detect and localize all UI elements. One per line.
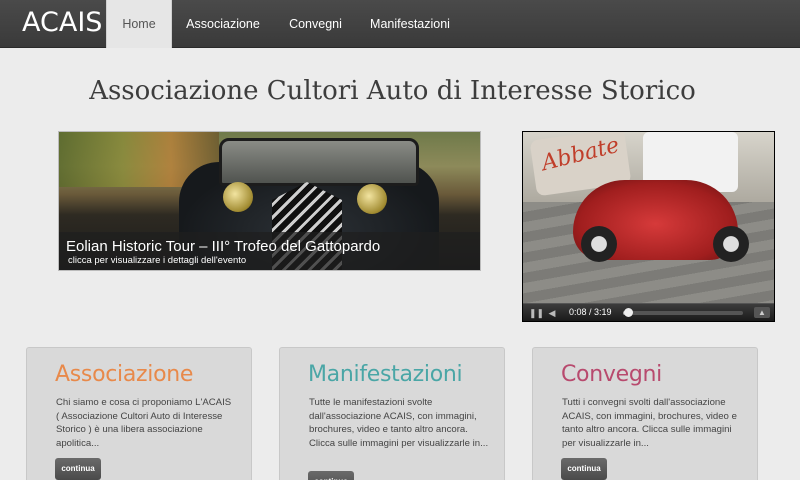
page-title: Associazione Cultori Auto di Interesse S… [89,76,696,106]
card-convegni: Convegni Tutti i convegni svolti dall'as… [532,347,758,480]
video-player[interactable]: Abbate ❚❚ ◀ 0:08 / 3:19 ▲ [522,131,775,322]
volume-icon[interactable]: ◀ [547,308,557,318]
video-photo-wheel [713,226,749,262]
video-controls: ❚❚ ◀ 0:08 / 3:19 ▲ [523,303,774,321]
video-time: 0:08 / 3:19 [569,307,612,317]
card-text: Tutte le manifestazioni svolte dall'asso… [309,397,489,449]
slider-photo-headlamp-left [223,182,253,212]
slider-photo-headlamp-right [357,184,387,214]
nav-item-convegni[interactable]: Convegni [278,0,353,48]
slider-caption-subtitle[interactable]: clicca per visualizzare i dettagli dell'… [66,255,480,267]
event-slider[interactable]: Eolian Historic Tour – III° Trofeo del G… [58,131,481,271]
continue-button[interactable]: continua [561,458,607,480]
card-title[interactable]: Associazione [55,362,193,387]
card-text: Tutti i convegni svolti dall'associazion… [562,397,737,449]
card-manifestazioni: Manifestazioni Tutte le manifestazioni s… [279,347,505,480]
video-photo-wheel [581,226,617,262]
fullscreen-icon[interactable]: ▲ [754,307,770,318]
video-progress-knob[interactable] [623,308,633,317]
continue-button[interactable]: continua [308,471,354,480]
card-associazione: Associazione Chi siamo e cosa ci proponi… [26,347,252,480]
continue-button[interactable]: continua [55,458,101,480]
card-title[interactable]: Convegni [561,362,662,387]
top-navbar: ACAIS Home Associazione Convegni Manifes… [0,0,800,48]
pause-icon[interactable]: ❚❚ [529,308,544,318]
video-frame[interactable]: Abbate [523,132,774,305]
slider-caption[interactable]: Eolian Historic Tour – III° Trofeo del G… [59,232,480,270]
slider-photo-windshield [219,138,419,186]
brand-logo[interactable]: ACAIS [22,7,102,38]
card-text: Chi siamo e cosa ci proponiamo L'ACAIS (… [56,397,232,449]
nav-item-home[interactable]: Home [106,0,172,48]
nav-item-manifestazioni[interactable]: Manifestazioni [362,0,458,48]
card-title[interactable]: Manifestazioni [308,362,463,387]
slider-caption-title[interactable]: Eolian Historic Tour – III° Trofeo del G… [66,238,480,255]
video-progress-track[interactable] [623,308,743,317]
nav-item-associazione[interactable]: Associazione [176,0,270,48]
